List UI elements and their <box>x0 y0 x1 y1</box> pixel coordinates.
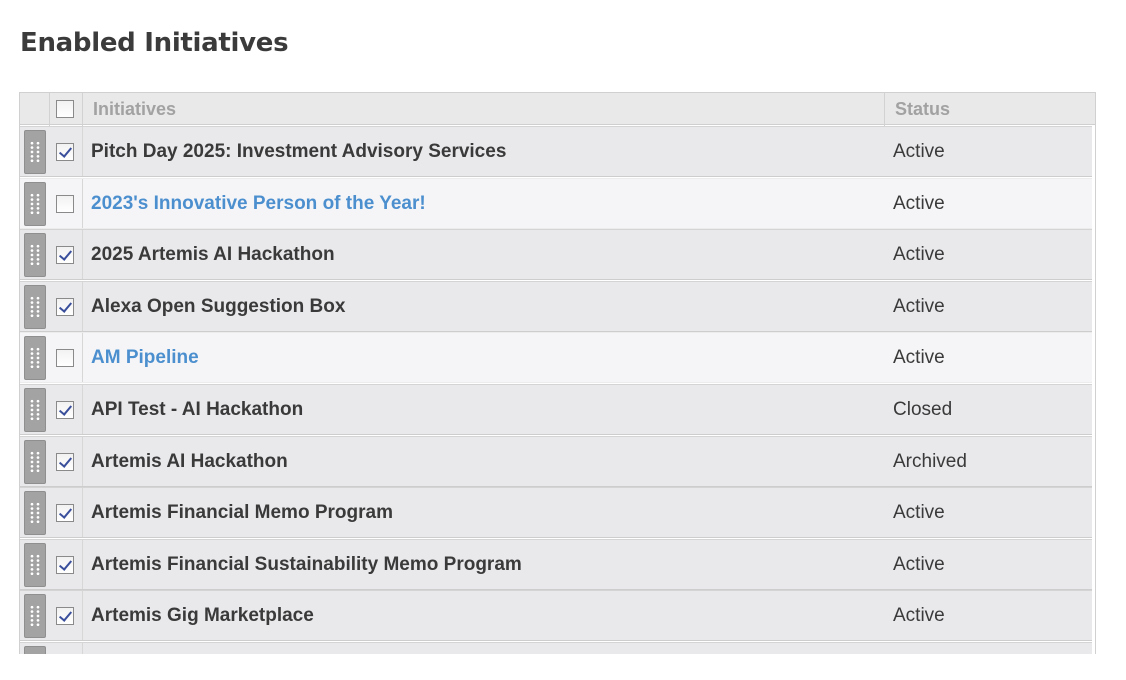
initiative-name: Alexa Open Suggestion Box <box>91 295 346 317</box>
row-checkbox[interactable] <box>56 246 74 265</box>
drag-handle-icon[interactable] <box>24 646 46 654</box>
header-divider <box>884 93 885 126</box>
table-row[interactable] <box>20 642 1092 654</box>
drag-handle-icon[interactable] <box>24 594 46 639</box>
status-cell: Active <box>893 141 945 162</box>
status-cell: Closed <box>893 399 953 420</box>
drag-handle-icon[interactable] <box>24 388 46 432</box>
grip-dots-icon <box>29 192 41 215</box>
grip-dots-icon <box>29 399 41 421</box>
table-row[interactable]: 2025 Artemis AI Hackathon Active <box>20 229 1092 281</box>
cell-divider <box>82 333 83 383</box>
cell-divider <box>82 178 83 228</box>
drag-handle-icon[interactable] <box>24 181 46 226</box>
drag-handle-icon[interactable] <box>24 130 46 174</box>
grip-dots-icon <box>29 141 41 163</box>
cell-divider <box>82 436 83 486</box>
grip-dots-icon <box>29 295 41 318</box>
table-row[interactable]: Pitch Day 2025: Investment Advisory Serv… <box>20 126 1092 177</box>
drag-handle-icon[interactable] <box>24 284 46 329</box>
drag-handle-icon[interactable] <box>24 491 46 536</box>
initiative-name: Pitch Day 2025: Investment Advisory Serv… <box>91 141 507 162</box>
column-header-initiatives[interactable]: Initiatives <box>93 99 176 120</box>
status-cell: Active <box>893 244 945 266</box>
table-row[interactable]: Artemis Gig Marketplace Active <box>20 590 1092 642</box>
status-cell: Active <box>893 502 945 524</box>
cell-divider <box>82 127 83 176</box>
page-title: Enabled Initiatives <box>20 28 289 58</box>
drag-handle-icon[interactable] <box>24 336 46 381</box>
header-divider <box>82 93 83 126</box>
row-checkbox[interactable] <box>56 349 74 368</box>
initiative-name: Artemis Financial Sustainability Memo Pr… <box>91 553 522 575</box>
row-checkbox[interactable] <box>56 504 74 523</box>
initiative-link[interactable]: 2023's Innovative Person of the Year! <box>91 193 426 215</box>
table-row[interactable]: Artemis Financial Memo Program Active <box>20 487 1092 539</box>
row-checkbox[interactable] <box>56 143 74 161</box>
cell-divider <box>82 643 83 654</box>
initiative-link[interactable]: AM Pipeline <box>91 347 199 369</box>
status-cell: Active <box>893 192 945 214</box>
grip-dots-icon <box>29 347 41 370</box>
cell-divider <box>82 230 83 280</box>
row-checkbox[interactable] <box>56 607 74 626</box>
row-checkbox[interactable] <box>56 452 74 471</box>
table-row[interactable]: Artemis Financial Sustainability Memo Pr… <box>20 538 1092 590</box>
table-header: Initiatives Status <box>20 92 1095 126</box>
grip-dots-icon <box>29 244 41 267</box>
cell-divider <box>82 539 83 589</box>
cell-divider <box>82 591 83 641</box>
table-row[interactable]: 2023's Innovative Person of the Year! Act… <box>20 177 1092 229</box>
status-cell: Archived <box>893 450 967 472</box>
initiative-name: 2025 Artemis AI Hackathon <box>91 244 335 266</box>
row-checkbox[interactable] <box>56 401 74 419</box>
header-divider <box>49 93 50 126</box>
initiative-name: Artemis AI Hackathon <box>91 450 288 472</box>
table-row[interactable]: Alexa Open Suggestion Box Active <box>20 280 1092 332</box>
status-cell: Active <box>893 347 945 369</box>
cell-divider <box>82 488 83 538</box>
grip-dots-icon <box>29 605 41 628</box>
grip-dots-icon <box>29 450 41 473</box>
initiatives-table: Initiatives Status Pitch Day 2025: Inves… <box>19 92 1096 654</box>
drag-handle-icon[interactable] <box>24 542 46 587</box>
initiative-name: API Test - AI Hackathon <box>91 399 304 420</box>
row-checkbox[interactable] <box>56 555 74 574</box>
row-checkbox[interactable] <box>56 194 74 213</box>
table-row[interactable]: Artemis AI Hackathon Archived <box>20 435 1092 487</box>
grip-dots-icon <box>29 553 41 576</box>
select-all-checkbox[interactable] <box>56 100 74 118</box>
row-checkbox[interactable] <box>56 297 74 316</box>
drag-handle-icon[interactable] <box>24 439 46 484</box>
cell-divider <box>82 385 83 434</box>
table-row[interactable]: API Test - AI Hackathon Closed <box>20 384 1092 435</box>
initiative-name: Artemis Gig Marketplace <box>91 605 314 627</box>
column-header-status[interactable]: Status <box>895 99 950 120</box>
table-row[interactable]: AM Pipeline Active <box>20 332 1092 384</box>
cell-divider <box>82 281 83 331</box>
initiative-name: Artemis Financial Memo Program <box>91 502 393 524</box>
status-cell: Active <box>893 553 945 575</box>
status-cell: Active <box>893 295 945 317</box>
grip-dots-icon <box>29 502 41 525</box>
drag-handle-icon[interactable] <box>24 233 46 278</box>
status-cell: Active <box>893 605 945 627</box>
